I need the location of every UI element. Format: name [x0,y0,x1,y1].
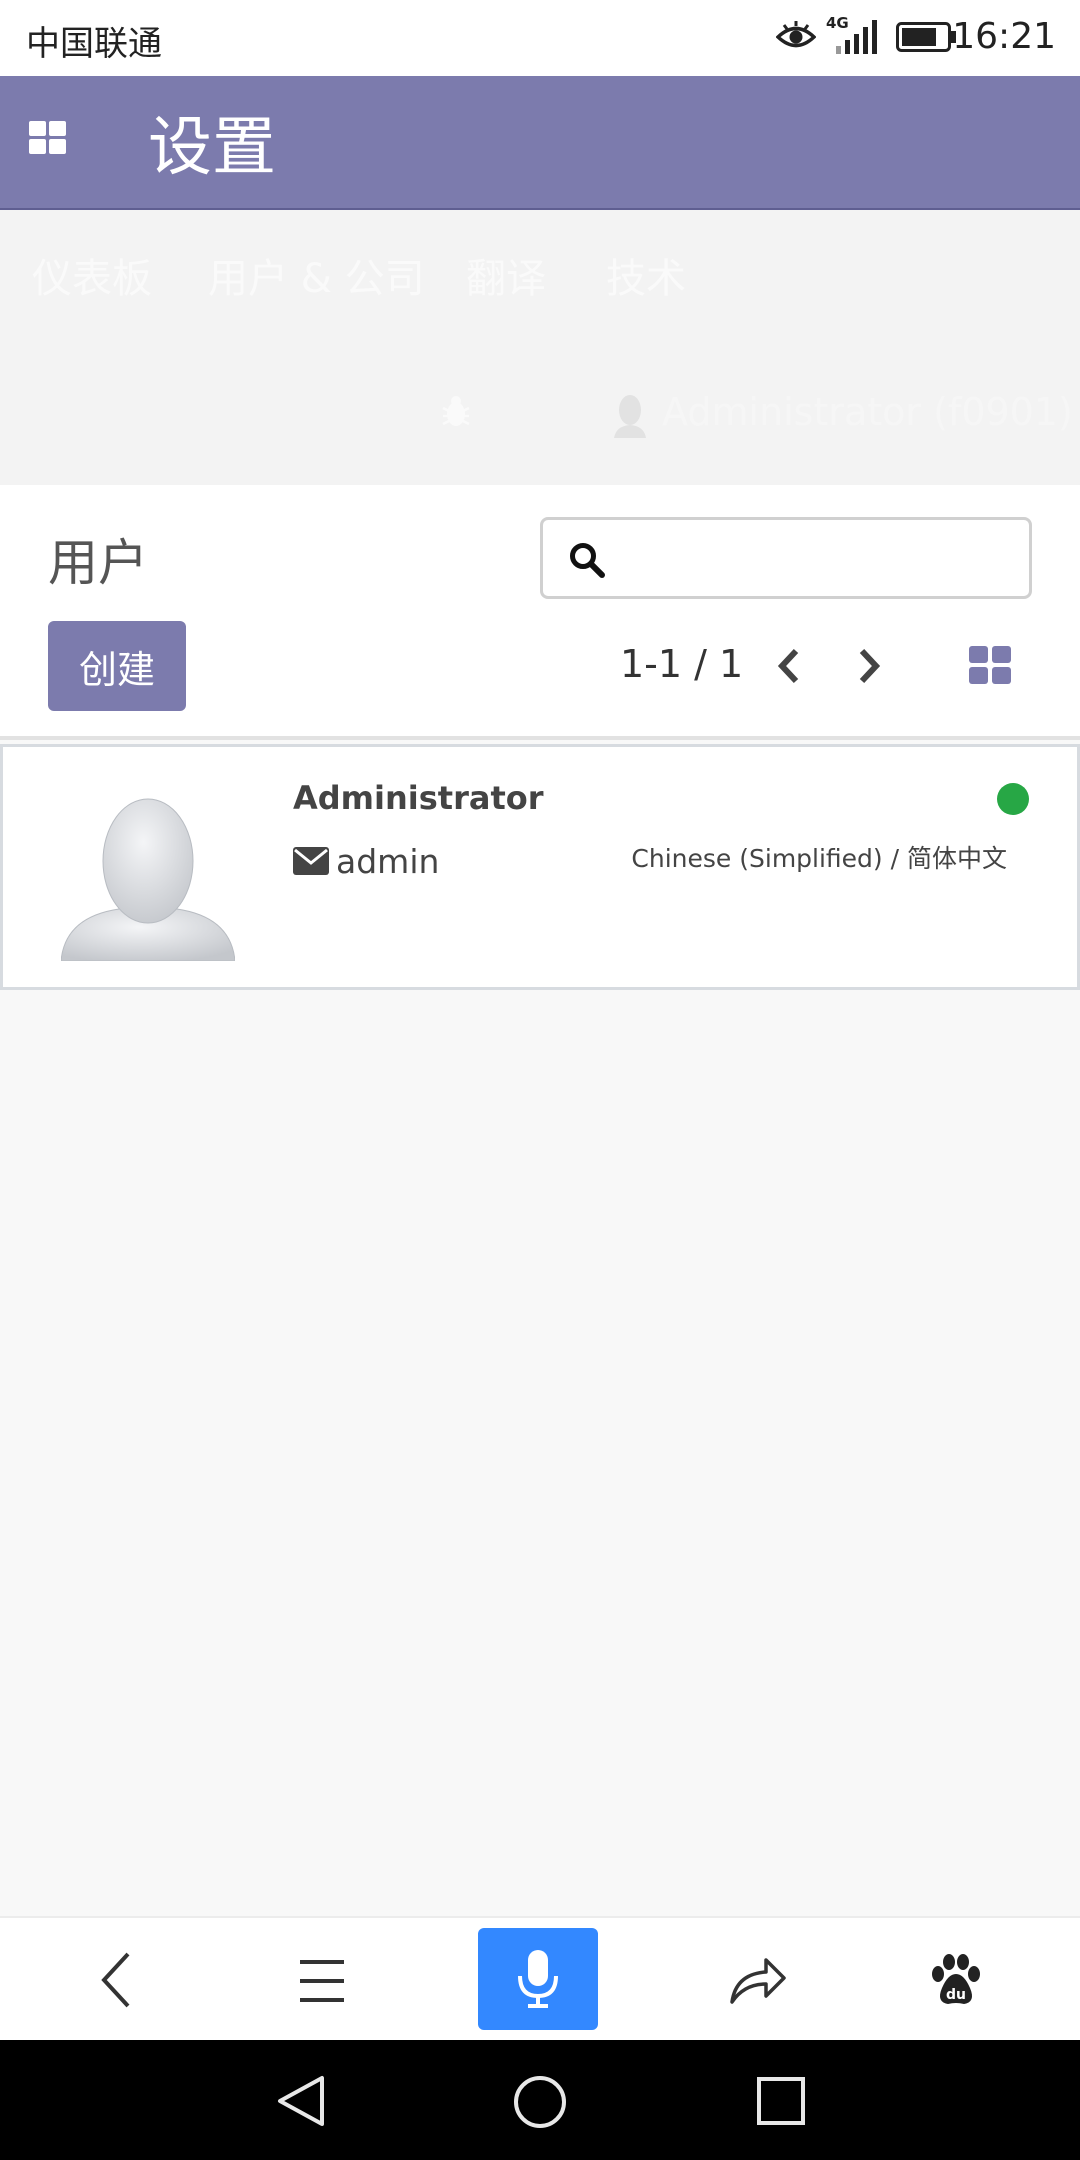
menu-icon[interactable] [298,1958,346,2004]
system-recents-icon[interactable] [756,2076,806,2126]
user-menu[interactable]: Administrator (f0901) [612,390,1080,438]
app-title: 设置 [148,111,276,185]
pager-value[interactable]: 1-1 / 1 [620,642,743,686]
browser-toolbar: du [0,1916,1080,2040]
voice-search-button[interactable] [478,1928,598,2030]
system-navigation-bar [0,2040,1080,2160]
envelope-icon [293,847,329,875]
search-icon [570,543,605,578]
back-icon[interactable] [96,1950,136,2010]
kanban-view-icon[interactable] [968,645,1012,685]
bug-icon[interactable] [440,394,472,430]
create-button[interactable]: 创建 [48,621,186,711]
system-back-icon[interactable] [274,2074,326,2128]
control-panel: 用户 创建 1-1 / 1 [0,485,1080,740]
menu-item-technical[interactable]: 技术 [606,246,686,304]
breadcrumb: 用户 [48,534,148,592]
battery-icon [896,22,956,52]
share-icon[interactable] [728,1954,788,2006]
user-language: Chinese (Simplified) / 简体中文 [631,844,1007,873]
search-input[interactable] [623,530,1013,586]
app-menu: 仪表板 用户 & 公司 翻译 技术 Administrator (f0901) [0,210,1080,485]
kanban-card[interactable]: Administrator admin Chinese (Simplified)… [0,744,1080,990]
menu-item-users-companies[interactable]: 用户 & 公司 [208,246,425,304]
menu-item-translations[interactable]: 翻译 [466,246,546,304]
user-menu-label: Administrator (f0901) [662,390,1073,434]
menu-item-dashboard[interactable]: 仪表板 [32,246,152,304]
apps-grid-icon[interactable] [28,120,68,156]
presence-online-indicator [997,783,1029,815]
user-avatar-image [61,798,235,961]
pager-previous-icon[interactable] [776,647,800,685]
carrier-name: 中国联通 [26,24,162,64]
eye-comfort-icon [776,21,816,48]
status-bar: 中国联通 4G 16:21 [0,0,1080,76]
user-name: Administrator [293,779,544,817]
pager-next-icon[interactable] [858,647,882,685]
search-box[interactable] [540,517,1032,599]
clock: 16:21 [952,16,1056,57]
svg-text:du: du [946,1987,966,2003]
system-home-icon[interactable] [512,2074,568,2130]
baidu-icon[interactable]: du [928,1952,984,2008]
user-avatar-icon [614,394,646,438]
user-login: admin [336,842,440,881]
app-header: 设置 [0,76,1080,210]
signal-icon [836,20,877,54]
microphone-icon [518,1950,558,2008]
